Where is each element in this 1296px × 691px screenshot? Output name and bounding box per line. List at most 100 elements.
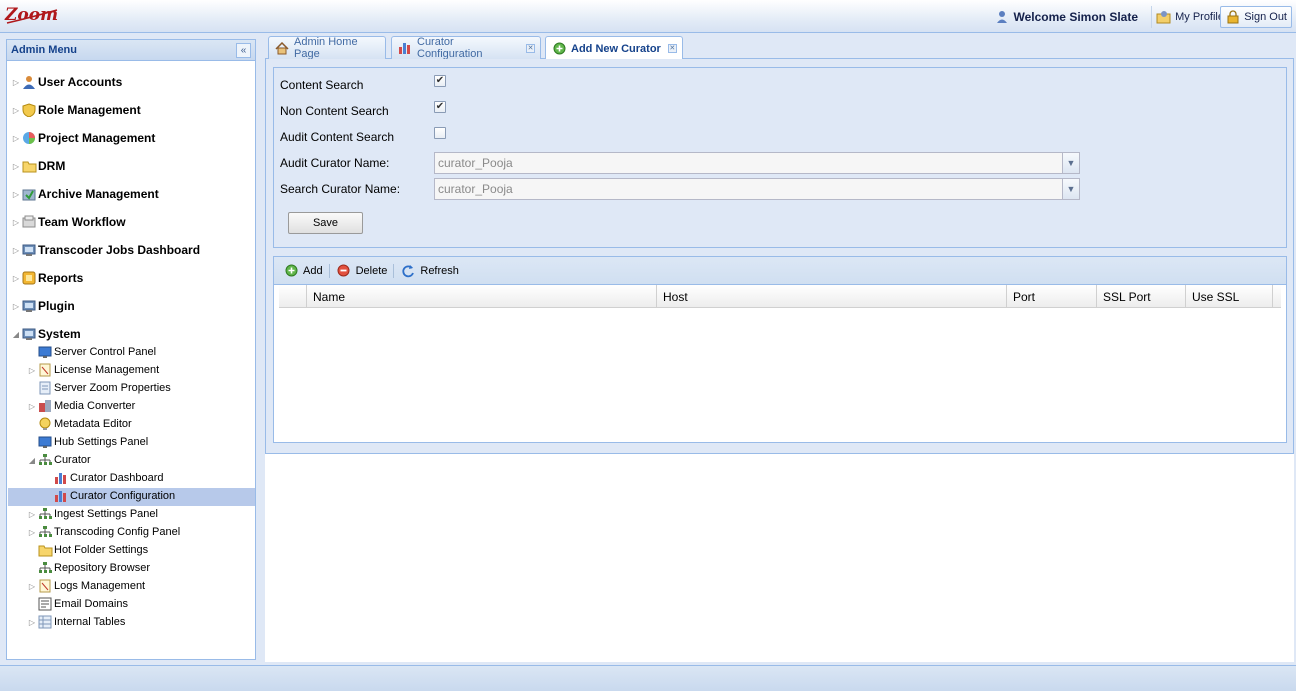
server-icon: [21, 242, 37, 258]
sidebar-item-drm[interactable]: ▷ DRM: [11, 157, 65, 175]
admin-menu-panel: Admin Menu « ▷ User Accounts ▷ Role Mana…: [6, 39, 256, 660]
bottom-status-bar: [0, 665, 1296, 691]
tab-admin-home-page[interactable]: Admin Home Page: [268, 36, 386, 60]
sidebar-item-label: Hub Settings Panel: [54, 436, 149, 448]
column-header-port[interactable]: Port: [1006, 285, 1096, 308]
expand-arrow-icon[interactable]: ▷: [11, 274, 21, 283]
sidebar-item-curator-dashboard[interactable]: Curator Dashboard: [53, 469, 164, 487]
search-curator-name-label: Search Curator Name:: [280, 182, 401, 196]
close-icon[interactable]: ✕: [667, 44, 677, 53]
expand-arrow-icon[interactable]: ▷: [11, 218, 21, 227]
collapse-arrow-icon[interactable]: ◢: [27, 456, 37, 465]
media-icon: [37, 398, 53, 414]
grid-toolbar: Add Delete Refresh: [274, 257, 1286, 285]
sidebar-item-role-management[interactable]: ▷ Role Management: [11, 101, 141, 119]
expand-arrow-icon[interactable]: ▷: [11, 162, 21, 171]
top-header: Zoom Welcome Simon Slate My Profile Sign…: [0, 0, 1296, 33]
sidebar-item-server-zoom-properties[interactable]: Server Zoom Properties: [37, 379, 171, 397]
sidebar-item-license-management[interactable]: ▷ License Management: [27, 361, 159, 379]
expand-arrow-icon[interactable]: ▷: [11, 134, 21, 143]
sidebar-item-label: Project Management: [38, 131, 156, 145]
sidebar-item-label: Reports: [38, 271, 84, 285]
curator-form: Content Search ✔ Non Content Search ✔ Au…: [273, 67, 1287, 248]
sidebar-item-email-domains[interactable]: Email Domains: [37, 595, 128, 613]
column-header-ssl-port[interactable]: SSL Port: [1096, 285, 1185, 308]
sidebar-item-metadata-editor[interactable]: Metadata Editor: [37, 415, 132, 433]
tab-label: Add New Curator: [571, 42, 661, 55]
sidebar-item-system[interactable]: ◢ System: [11, 325, 81, 343]
license-icon: [37, 362, 53, 378]
add-button[interactable]: Add: [279, 263, 327, 279]
expand-arrow-icon[interactable]: ▷: [11, 78, 21, 87]
audit-curator-name-value: curator_Pooja: [438, 156, 513, 170]
expand-arrow-icon[interactable]: ▷: [27, 528, 37, 537]
non-content-search-checkbox[interactable]: ✔: [434, 101, 446, 113]
shield-icon: [21, 102, 37, 118]
expand-arrow-icon[interactable]: ▷: [11, 106, 21, 115]
sidebar-item-curator-configuration[interactable]: Curator Configuration: [53, 487, 175, 505]
sidebar-item-ingest-settings-panel[interactable]: ▷ Ingest Settings Panel: [27, 505, 158, 523]
save-button[interactable]: Save: [288, 212, 363, 234]
sidebar-item-archive-management[interactable]: ▷ Archive Management: [11, 185, 159, 203]
column-header-name[interactable]: Name: [306, 285, 656, 308]
audit-curator-name-select[interactable]: curator_Pooja ▼: [434, 152, 1080, 174]
collapse-panel-button[interactable]: «: [236, 42, 251, 58]
expand-arrow-icon[interactable]: ▷: [11, 302, 21, 311]
column-header-host[interactable]: Host: [656, 285, 1006, 308]
refresh-button[interactable]: Refresh: [396, 263, 463, 279]
sidebar-item-label: License Management: [54, 364, 160, 376]
sidebar-item-user-accounts[interactable]: ▷ User Accounts: [11, 73, 122, 91]
expand-arrow-icon[interactable]: ▷: [11, 246, 21, 255]
system-icon: [21, 326, 37, 342]
chevron-down-icon[interactable]: ▼: [1062, 179, 1079, 199]
expand-arrow-icon[interactable]: ▷: [27, 366, 37, 375]
search-curator-name-value: curator_Pooja: [438, 182, 513, 196]
tab-curator-configuration[interactable]: Curator Configuration ✕: [391, 36, 541, 60]
sidebar-item-hub-settings-panel[interactable]: Hub Settings Panel: [37, 433, 148, 451]
sidebar-item-repository-browser[interactable]: Repository Browser: [37, 559, 150, 577]
delete-button[interactable]: Delete: [332, 263, 392, 279]
sidebar-item-reports[interactable]: ▷ Reports: [11, 269, 83, 287]
expand-arrow-icon[interactable]: ▷: [27, 618, 37, 627]
chevron-down-icon[interactable]: ▼: [1062, 153, 1079, 173]
sidebar-item-label: System: [38, 327, 81, 341]
my-profile-button[interactable]: My Profile: [1151, 6, 1228, 28]
sidebar-item-label: DRM: [38, 159, 66, 173]
collapse-arrow-icon[interactable]: ◢: [11, 330, 21, 339]
sidebar-item-transcoder-jobs-dashboard[interactable]: ▷ Transcoder Jobs Dashboard: [11, 241, 200, 259]
expand-arrow-icon[interactable]: ▷: [11, 190, 21, 199]
add-label: Add: [303, 264, 323, 277]
toolbar-separator: [393, 263, 395, 278]
sidebar-item-label: Ingest Settings Panel: [54, 508, 158, 520]
sidebar-item-transcoding-config-panel[interactable]: ▷ Transcoding Config Panel: [27, 523, 180, 541]
content-search-checkbox[interactable]: ✔: [434, 75, 446, 87]
monitor-icon: [37, 344, 53, 360]
audit-content-search-checkbox[interactable]: [434, 127, 446, 139]
close-icon[interactable]: ✕: [526, 43, 535, 53]
sidebar-item-label: Repository Browser: [54, 562, 150, 574]
tab-add-new-curator[interactable]: Add New Curator ✕: [545, 36, 683, 60]
expand-arrow-icon[interactable]: ▷: [27, 582, 37, 591]
sidebar-item-internal-tables[interactable]: ▷ Internal Tables: [27, 613, 125, 631]
sidebar-item-server-control-panel[interactable]: Server Control Panel: [37, 343, 156, 361]
welcome-label: Welcome Simon Slate: [1013, 10, 1138, 24]
sidebar-item-media-converter[interactable]: ▷ Media Converter: [27, 397, 135, 415]
expand-arrow-icon[interactable]: ▷: [27, 510, 37, 519]
sidebar-item-project-management[interactable]: ▷ Project Management: [11, 129, 155, 147]
sidebar-item-plugin[interactable]: ▷ Plugin: [11, 297, 75, 315]
sidebar-item-curator[interactable]: ◢ Curator: [27, 451, 91, 469]
sidebar-item-label: Curator: [54, 454, 91, 466]
expand-arrow-icon[interactable]: ▷: [27, 402, 37, 411]
sidebar-item-label: Archive Management: [38, 187, 159, 201]
column-header-use-ssl[interactable]: Use SSL: [1185, 285, 1273, 308]
sidebar-item-team-workflow[interactable]: ▷ Team Workflow: [11, 213, 126, 231]
reports-icon: [21, 270, 37, 286]
search-curator-name-select[interactable]: curator_Pooja ▼: [434, 178, 1080, 200]
user-icon: [994, 9, 1010, 25]
sidebar-item-hot-folder-settings[interactable]: Hot Folder Settings: [37, 541, 148, 559]
profile-icon: [1156, 9, 1172, 25]
sign-out-button[interactable]: Sign Out: [1220, 6, 1292, 28]
license-icon: [37, 578, 53, 594]
sidebar-item-logs-management[interactable]: ▷ Logs Management: [27, 577, 145, 595]
user-icon: [21, 74, 37, 90]
